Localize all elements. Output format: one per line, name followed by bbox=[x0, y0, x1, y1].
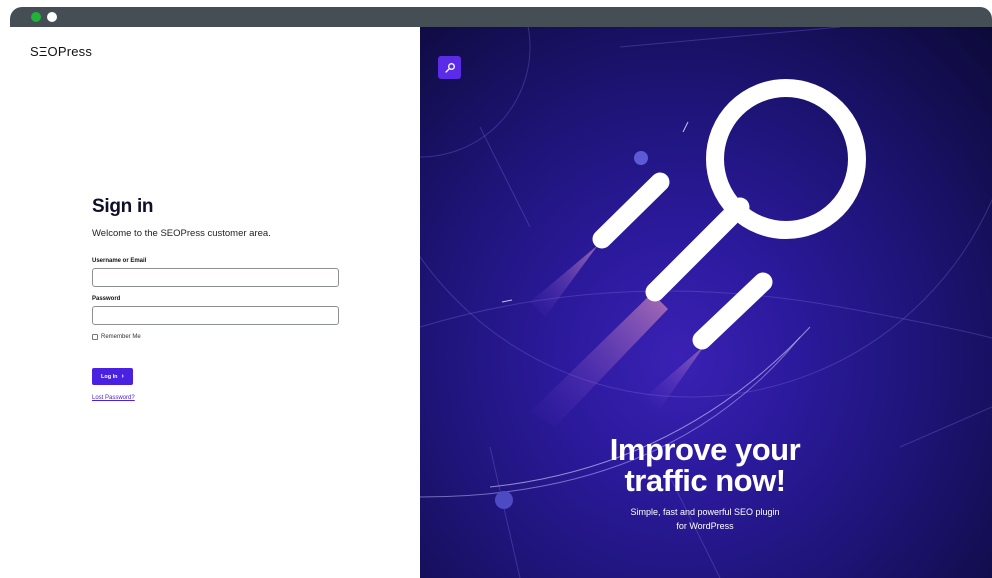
username-label: Username or Email bbox=[92, 258, 147, 264]
promo-panel: Improve your traffic now! Simple, fast a… bbox=[420, 27, 992, 578]
promo-subtitle: Simple, fast and powerful SEO plugin for… bbox=[590, 505, 820, 533]
magnifier-icon bbox=[444, 62, 455, 73]
password-label: Password bbox=[92, 296, 121, 302]
lost-password-link[interactable]: Lost Password? bbox=[92, 395, 340, 401]
login-form: Sign in Welcome to the SEOPress customer… bbox=[92, 196, 340, 401]
welcome-text: Welcome to the SEOPress customer area. bbox=[92, 228, 271, 239]
promo-headline-line2: traffic now! bbox=[624, 463, 786, 498]
chevron-right-icon: › bbox=[121, 373, 124, 380]
login-panel: SΞOPress Sign in Welcome to the SEOPress… bbox=[10, 27, 420, 578]
window-white-dot[interactable] bbox=[47, 12, 57, 22]
remember-me-label[interactable]: Remember Me bbox=[101, 334, 141, 340]
page-title: Sign in bbox=[92, 196, 154, 217]
seopress-logo[interactable]: SΞOPress bbox=[30, 44, 92, 59]
promo-subtitle-line1: Simple, fast and powerful SEO plugin bbox=[630, 507, 780, 517]
browser-window: SΞOPress Sign in Welcome to the SEOPress… bbox=[10, 7, 992, 578]
remember-me-row: Remember Me bbox=[92, 334, 340, 340]
username-input[interactable] bbox=[92, 268, 339, 287]
promo-subtitle-line2: for WordPress bbox=[676, 521, 734, 531]
remember-me-checkbox[interactable] bbox=[92, 334, 98, 340]
login-button[interactable]: Log In › bbox=[92, 368, 133, 385]
promo-headline: Improve your traffic now! bbox=[570, 434, 840, 496]
promo-headline-line1: Improve your bbox=[609, 432, 801, 467]
magnifier-badge[interactable] bbox=[438, 56, 461, 79]
password-input[interactable] bbox=[92, 306, 339, 325]
login-button-label: Log In bbox=[101, 373, 118, 380]
window-green-dot[interactable] bbox=[31, 12, 41, 22]
title-bar bbox=[10, 7, 992, 27]
